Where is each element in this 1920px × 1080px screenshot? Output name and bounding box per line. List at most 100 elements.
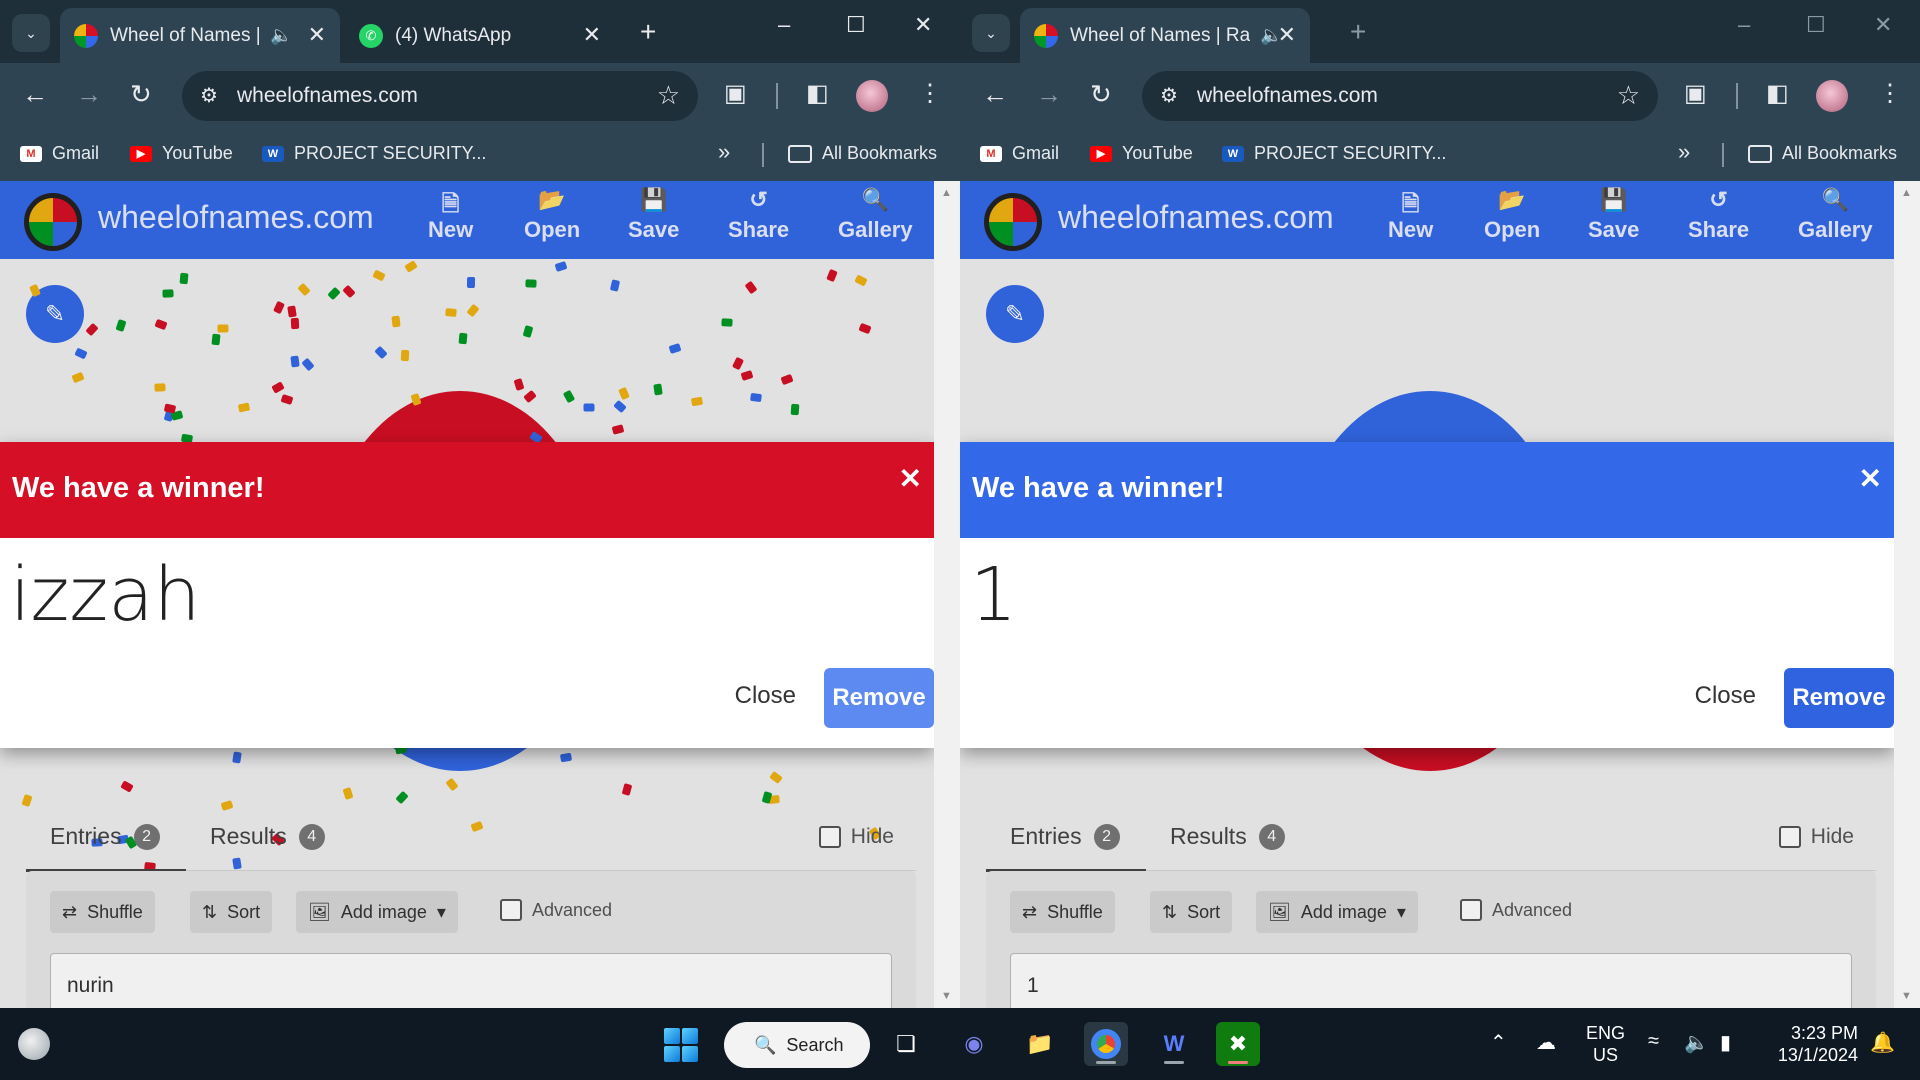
wifi-icon[interactable]: ≈ xyxy=(1648,1030,1659,1053)
tab-title: (4) WhatsApp xyxy=(395,24,512,46)
chrome-icon[interactable] xyxy=(1084,1022,1128,1066)
tab-wheel-of-names[interactable]: Wheel of Names | Random 🔈 ✕ xyxy=(1020,8,1310,63)
extensions-icon[interactable]: ▣ xyxy=(724,79,747,108)
remove-button[interactable]: Remove xyxy=(824,668,934,728)
close-button[interactable]: Close xyxy=(1695,682,1756,710)
bookmarks-bar: M Gmail ▶ YouTube W PROJECT SECURITY... » A… xyxy=(0,129,960,181)
tab-strip: ⌄ Wheel of Names | 🔈 ✕ ✆ (4) WhatsApp ✕ … xyxy=(0,0,960,63)
remove-button[interactable]: Remove xyxy=(1784,668,1894,728)
more-bookmarks-icon[interactable]: » xyxy=(718,139,730,165)
running-indicator xyxy=(1164,1061,1184,1064)
dialog-header: We have a winner! ✕ xyxy=(960,442,1894,538)
bookmark-project-security[interactable]: W PROJECT SECURITY... xyxy=(262,143,486,164)
minimize-button[interactable]: – xyxy=(1738,12,1750,38)
wheel-favicon-icon xyxy=(74,23,98,48)
winner-dialog: We have a winner! ✕ 1 Close Remove xyxy=(960,442,1894,748)
tab-wheel-of-names[interactable]: Wheel of Names | 🔈 ✕ xyxy=(60,8,340,63)
side-panel-icon[interactable]: ◧ xyxy=(806,79,829,108)
dialog-header: We have a winner! ✕ xyxy=(0,442,934,538)
close-tab-icon[interactable]: ✕ xyxy=(1278,22,1296,48)
scroll-up-arrow-icon[interactable]: ▲ xyxy=(1901,187,1912,199)
notification-bell-icon[interactable]: 🔔 xyxy=(1870,1030,1895,1055)
taskbar-search[interactable]: 🔍 Search xyxy=(724,1022,870,1068)
url-text: wheelofnames.com xyxy=(1197,84,1378,107)
maximize-button[interactable]: ☐ xyxy=(1806,12,1826,38)
scroll-down-arrow-icon[interactable]: ▼ xyxy=(1901,990,1912,1002)
bookmark-label: YouTube xyxy=(1122,143,1193,163)
time-text: 3:23 PM xyxy=(1790,1023,1858,1043)
reload-button[interactable]: ↻ xyxy=(1090,79,1112,110)
close-button[interactable]: Close xyxy=(735,682,796,710)
close-icon[interactable]: ✕ xyxy=(1859,462,1882,495)
date-text: 13/1/2024 xyxy=(1777,1045,1858,1065)
all-bookmarks-button[interactable]: All Bookmarks xyxy=(788,143,937,164)
maximize-button[interactable]: ☐ xyxy=(846,12,866,38)
weather-icon[interactable] xyxy=(18,1028,50,1060)
task-view-icon[interactable]: ❏ xyxy=(884,1022,928,1066)
folder-icon xyxy=(788,144,812,163)
address-bar[interactable]: ⚙ wheelofnames.com ☆ xyxy=(182,71,698,121)
lang-code: ENG xyxy=(1586,1023,1626,1043)
tab-search-button[interactable]: ⌄ xyxy=(972,14,1010,52)
onedrive-icon[interactable]: ☁ xyxy=(1536,1030,1556,1055)
profile-avatar[interactable] xyxy=(1816,80,1848,112)
bookmark-label: All Bookmarks xyxy=(1782,143,1898,163)
running-indicator xyxy=(1228,1061,1248,1064)
address-bar[interactable]: ⚙ wheelofnames.com ☆ xyxy=(1142,71,1658,121)
speaker-icon[interactable]: 🔈 xyxy=(270,25,292,46)
tray-overflow-icon[interactable]: ⌃ xyxy=(1490,1030,1507,1055)
site-info-icon[interactable]: ⚙ xyxy=(200,83,218,108)
tab-whatsapp[interactable]: ✆ (4) WhatsApp ✕ xyxy=(345,8,615,63)
new-tab-button[interactable]: + xyxy=(1350,16,1366,48)
webex-icon[interactable]: W xyxy=(1152,1022,1196,1066)
bookmark-gmail[interactable]: M Gmail xyxy=(20,143,99,164)
extensions-icon[interactable]: ▣ xyxy=(1684,79,1707,108)
xbox-icon[interactable]: ✖ xyxy=(1216,1022,1260,1066)
back-button[interactable]: ← xyxy=(982,79,1008,110)
start-button[interactable] xyxy=(664,1028,698,1062)
teams-icon[interactable]: ◉ xyxy=(952,1022,996,1066)
close-tab-icon[interactable]: ✕ xyxy=(583,22,601,48)
clock[interactable]: 3:23 PM 13/1/2024 xyxy=(1770,1022,1858,1066)
bookmarks-divider xyxy=(1722,143,1724,167)
close-window-button[interactable]: ✕ xyxy=(914,12,932,38)
back-button[interactable]: ← xyxy=(22,79,48,110)
bookmark-star-icon[interactable]: ☆ xyxy=(1617,80,1640,111)
more-bookmarks-icon[interactable]: » xyxy=(1678,139,1690,165)
bookmark-star-icon[interactable]: ☆ xyxy=(657,80,680,111)
page-scrollbar[interactable]: ▲ ▼ xyxy=(1894,181,1920,1008)
language-indicator[interactable]: ENG US xyxy=(1586,1022,1625,1066)
whatsapp-icon: ✆ xyxy=(359,23,383,48)
profile-avatar[interactable] xyxy=(856,80,888,112)
forward-button[interactable]: → xyxy=(1036,79,1062,110)
bookmark-gmail[interactable]: M Gmail xyxy=(980,143,1059,164)
file-explorer-icon[interactable]: 📁 xyxy=(1018,1022,1062,1066)
forward-button[interactable]: → xyxy=(76,79,102,110)
bookmark-youtube[interactable]: ▶ YouTube xyxy=(130,143,233,164)
dialog-title: We have a winner! xyxy=(972,472,1225,504)
reload-button[interactable]: ↻ xyxy=(130,79,152,110)
desktop: ⌄ Wheel of Names | 🔈 ✕ ✆ (4) WhatsApp ✕ … xyxy=(0,0,1920,1080)
scroll-down-arrow-icon[interactable]: ▼ xyxy=(941,990,952,1002)
new-tab-button[interactable]: + xyxy=(640,16,656,48)
bookmark-youtube[interactable]: ▶ YouTube xyxy=(1090,143,1193,164)
close-icon[interactable]: ✕ xyxy=(899,462,922,495)
site-info-icon[interactable]: ⚙ xyxy=(1160,83,1178,108)
side-panel-icon[interactable]: ◧ xyxy=(1766,79,1789,108)
close-window-button[interactable]: ✕ xyxy=(1874,12,1892,38)
bookmark-project-security[interactable]: W PROJECT SECURITY... xyxy=(1222,143,1446,164)
battery-icon[interactable]: ▮ xyxy=(1720,1030,1731,1055)
volume-icon[interactable]: 🔈 xyxy=(1684,1030,1709,1055)
tab-search-button[interactable]: ⌄ xyxy=(12,14,50,52)
page-scrollbar[interactable]: ▲ ▼ xyxy=(934,181,960,1008)
bookmark-label: PROJECT SECURITY... xyxy=(1254,143,1447,163)
close-tab-icon[interactable]: ✕ xyxy=(308,22,326,48)
minimize-button[interactable]: – xyxy=(778,12,790,38)
winner-name: 1 xyxy=(970,552,1018,638)
web-page: wheelofnames.com 🗎 New 📂 Open 💾 Save ↺ Share… xyxy=(0,181,934,1008)
all-bookmarks-button[interactable]: All Bookmarks xyxy=(1748,143,1897,164)
menu-icon[interactable]: ⋮ xyxy=(1878,79,1902,108)
scroll-up-arrow-icon[interactable]: ▲ xyxy=(941,187,952,199)
chevron-down-icon: ⌄ xyxy=(25,24,37,41)
menu-icon[interactable]: ⋮ xyxy=(918,79,942,108)
